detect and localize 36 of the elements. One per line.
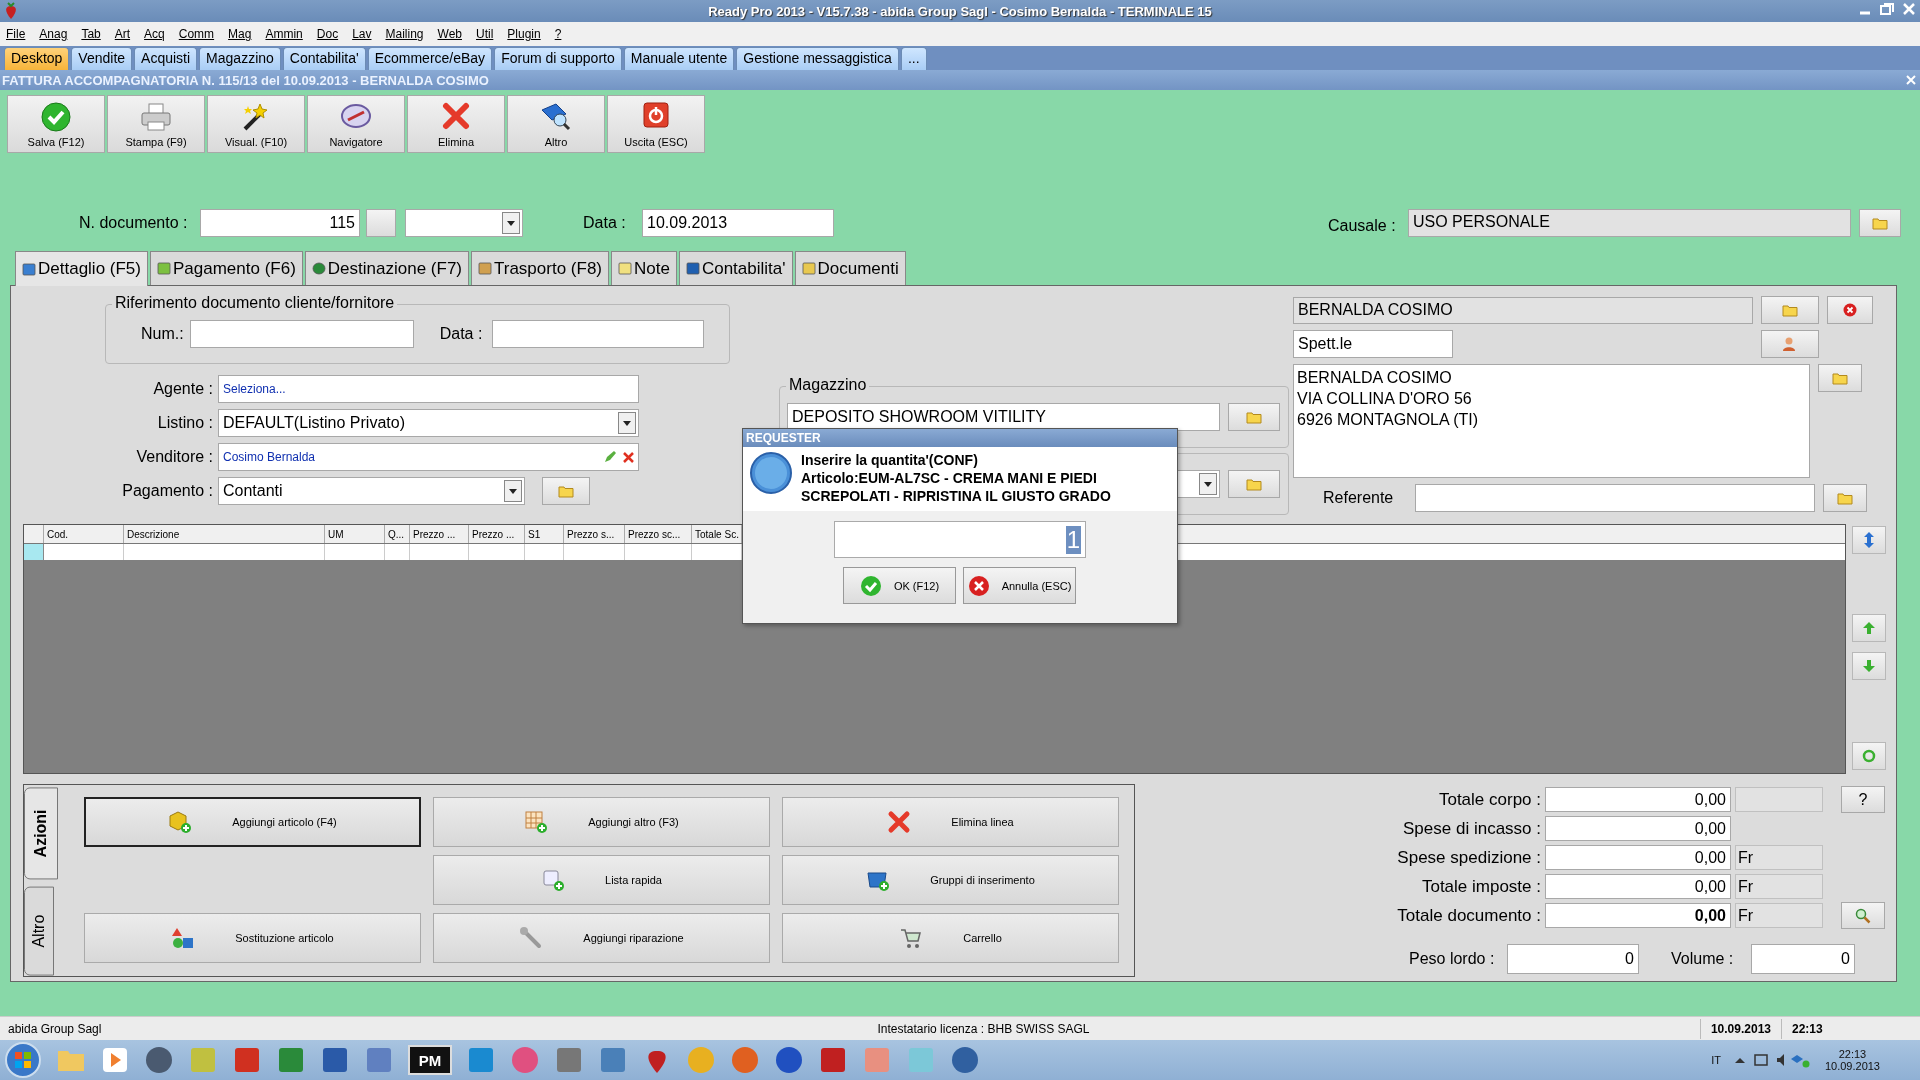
- total-label: Totale documento :: [1396, 905, 1541, 926]
- field-label: N. documento :: [79, 214, 189, 232]
- status-text: Intestatario licenza : BHB SWISS SAGL: [876, 1022, 1091, 1036]
- dialog-message: Articolo:EUM-AL7SC - CREMA MANI E PIEDI: [801, 469, 1098, 487]
- field-label: Causale :: [1328, 217, 1397, 235]
- currency-field: Fr: [1735, 845, 1823, 870]
- dialog-title: REQUESTER: [743, 429, 1177, 447]
- status-text: abida Group Sagl: [7, 1022, 103, 1036]
- status-date: 10.09.2013: [1699, 1019, 1781, 1039]
- field-label: Peso lordo :: [1409, 950, 1496, 968]
- dialog-message: SCREPOLATI - RIPRISTINA IL GIUSTO GRADO: [801, 487, 1111, 505]
- total-field: 0,00: [1545, 787, 1731, 812]
- field-label: Num.:: [141, 325, 184, 343]
- total-field: 0,00: [1545, 874, 1731, 899]
- document-title: FATTURA ACCOMPAGNATORIA N. 115/13 del 10.09.2013 - BERNALDA COSIMO: [2, 72, 489, 88]
- field-label: Venditore :: [135, 448, 213, 466]
- window-title: Ready Pro 2013 - V15.7.38 - abida Group Sagl - Cosimo Bernalda - TERMINALE 15: [708, 3, 1212, 19]
- field-label: Referente: [1323, 489, 1395, 507]
- dialog-message: Inserire la quantita'(CONF): [801, 451, 979, 469]
- status-time: 22:13: [1781, 1019, 1862, 1039]
- total-label: Totale corpo :: [1437, 789, 1541, 810]
- total-label: Spese di incasso :: [1402, 818, 1541, 839]
- total-label: Spese spedizione :: [1396, 847, 1541, 868]
- field-label: Volume :: [1671, 950, 1735, 968]
- total-field: 0,00: [1545, 816, 1731, 841]
- field-label: Listino :: [156, 414, 213, 432]
- total-label: Totale imposte :: [1420, 876, 1541, 897]
- group-title: Magazzino: [786, 376, 870, 394]
- total-field: 0,00: [1545, 845, 1731, 870]
- currency-field: Fr: [1735, 874, 1823, 899]
- field-label: Pagamento :: [121, 482, 213, 500]
- field-label: Data :: [439, 325, 483, 343]
- currency-field: Fr: [1735, 903, 1823, 928]
- total-field: 0,00: [1545, 903, 1731, 928]
- field-label: Agente :: [152, 380, 213, 398]
- field-label: Data :: [583, 214, 627, 232]
